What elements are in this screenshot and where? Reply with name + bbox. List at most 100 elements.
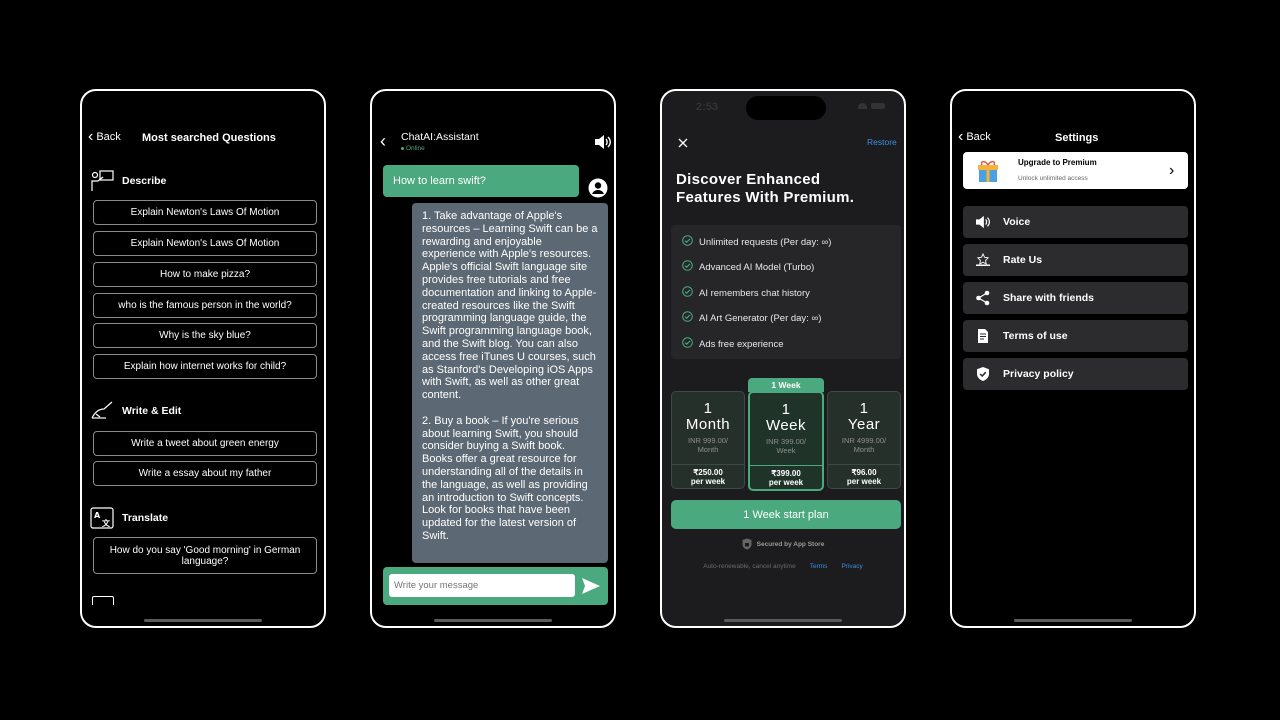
user-message: How to learn swift? [383, 165, 579, 197]
price-value: ₹96.00 [851, 468, 877, 477]
section-describe: Describe [90, 170, 166, 192]
plan-period: Month [697, 445, 719, 454]
start-plan-button[interactable]: 1 Week start plan [671, 500, 901, 529]
feature-label: AI remembers chat history [699, 287, 810, 299]
page-title: Settings [1055, 132, 1099, 144]
plan-unit: Week [765, 417, 807, 434]
close-button[interactable] [678, 135, 688, 153]
plan-number: 1 [781, 401, 791, 418]
chevron-left-icon: ‹ [88, 128, 94, 145]
feature-item: AI remembers chat history [682, 286, 810, 300]
message-paragraph: 2. Buy a book – If you're serious about … [422, 414, 588, 542]
settings-item-privacy[interactable]: Privacy policy [963, 358, 1188, 390]
section-icon-partial [92, 596, 114, 605]
question-item[interactable]: Why is the sky blue? [93, 323, 317, 348]
user-avatar-icon [588, 178, 608, 203]
feature-label: Unlimited requests (Per day: ∞) [699, 236, 832, 248]
phone-screen-questions: ‹ Back Most searched Questions Describe … [80, 89, 326, 628]
settings-item-voice[interactable]: Voice [963, 206, 1188, 238]
document-icon [978, 329, 988, 343]
secured-badge: Secured by App Store [662, 538, 904, 550]
feature-item: Advanced AI Model (Turbo) [682, 260, 814, 274]
phone-screen-settings: ‹ Back Settings Upgrade to Premium Unloc… [950, 89, 1196, 628]
plan-weekly-price: ₹250.00 per week [672, 464, 744, 488]
terms-link[interactable]: Terms [810, 563, 828, 570]
message-paragraph: 1. Take advantage of Apple's resources –… [422, 210, 598, 402]
section-write-edit: Write & Edit [90, 400, 181, 422]
writing-hand-icon [90, 400, 114, 422]
feature-item: Ads free experience [682, 337, 784, 351]
settings-item-rate-us[interactable]: Rate Us [963, 244, 1188, 276]
home-indicator [144, 619, 262, 622]
plan-period: Month [853, 445, 875, 454]
section-title: Write & Edit [122, 405, 182, 417]
plan-card-week[interactable]: 1 Week INR 399.00/ Week ₹399.00 per week [748, 391, 824, 491]
settings-item-share[interactable]: Share with friends [963, 282, 1188, 314]
question-item[interactable]: How do you say 'Good morning' in German … [93, 537, 317, 574]
plan-card-month[interactable]: 1 Month INR 999.00/ Month ₹250.00 per wee… [671, 391, 745, 489]
upgrade-premium-card[interactable]: Upgrade to Premium Unlock unlimited acce… [963, 152, 1188, 189]
question-item[interactable]: Explain how internet works for child? [93, 354, 317, 379]
settings-item-label: Voice [1003, 216, 1031, 228]
home-indicator [434, 619, 552, 622]
premium-heading: Discover Enhanced Features With Premium. [676, 171, 855, 206]
chevron-left-icon: ‹ [958, 128, 964, 145]
speaker-icon [976, 215, 990, 229]
back-label: Back [966, 131, 991, 143]
question-item[interactable]: Explain Newton's Laws Of Motion [93, 231, 317, 256]
back-label: Back [96, 131, 121, 143]
online-status: Online [401, 145, 425, 152]
send-icon [582, 578, 600, 594]
settings-item-label: Privacy policy [1003, 368, 1074, 380]
price-unit: per week [690, 477, 726, 486]
page-title: Most searched Questions [142, 132, 276, 144]
home-indicator [1014, 619, 1132, 622]
plan-badge: 1 Week [748, 378, 824, 392]
chevron-right-icon: › [1169, 162, 1175, 179]
back-button[interactable]: ‹ Back [88, 128, 121, 145]
section-title: Describe [122, 175, 167, 187]
privacy-link[interactable]: Privacy [841, 563, 862, 570]
settings-item-terms[interactable]: Terms of use [963, 320, 1188, 352]
rate-star-icon [976, 253, 990, 266]
question-item[interactable]: Write a tweet about green energy [93, 431, 317, 456]
settings-item-label: Share with friends [1003, 292, 1095, 304]
section-translate: A文 Translate [90, 507, 168, 529]
message-composer [383, 567, 608, 605]
feature-item: AI Art Generator (Per day: ∞) [682, 311, 821, 325]
price-value: ₹399.00 [771, 469, 801, 478]
price-unit: per week [846, 477, 882, 486]
price-value: ₹250.00 [693, 468, 723, 477]
premium-subtitle: Unlock unlimited access [1018, 175, 1088, 182]
back-button[interactable]: ‹ [380, 131, 386, 152]
plan-unit: Month [685, 416, 731, 433]
settings-item-label: Rate Us [1003, 254, 1043, 266]
section-title: Translate [122, 512, 169, 524]
speaker-icon[interactable] [594, 134, 612, 155]
plan-full-price: INR 4999.00/ [841, 436, 887, 445]
question-item[interactable]: Explain Newton's Laws Of Motion [93, 200, 317, 225]
phone-screen-premium: 2:53 Restore Discover Enhanced Features … [660, 89, 906, 628]
plan-card-year[interactable]: 1 Year INR 4999.00/ Month ₹96.00 per week [827, 391, 901, 489]
restore-button[interactable]: Restore [867, 137, 897, 147]
secured-label: Secured by App Store [756, 540, 825, 548]
message-input[interactable] [389, 574, 575, 597]
back-button[interactable]: ‹ Back [958, 128, 991, 145]
renewal-note: Auto-renewable, cancel anytime [703, 563, 796, 570]
feature-item: Unlimited requests (Per day: ∞) [682, 235, 831, 249]
close-icon [678, 138, 688, 148]
status-label: Online [406, 145, 425, 152]
feature-label: Ads free experience [699, 338, 784, 350]
svg-text:A: A [94, 511, 101, 520]
chevron-left-icon: ‹ [380, 131, 386, 151]
send-button[interactable] [581, 576, 601, 601]
translate-icon: A文 [90, 507, 114, 529]
teacher-board-icon [90, 170, 114, 192]
question-item[interactable]: How to make pizza? [93, 262, 317, 287]
price-unit: per week [768, 478, 804, 487]
question-item[interactable]: who is the famous person in the world? [93, 293, 317, 318]
plan-full-price: INR 999.00/ [687, 436, 729, 445]
shield-check-icon [977, 367, 989, 381]
question-item[interactable]: Write a essay about my father [93, 461, 317, 486]
plan-weekly-price: ₹96.00 per week [828, 464, 900, 488]
